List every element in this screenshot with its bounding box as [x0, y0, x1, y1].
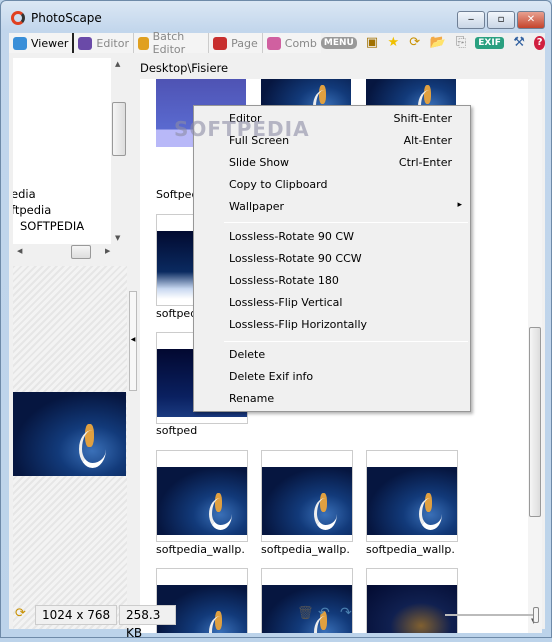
menu-item-full-screen[interactable]: Full Screen [229, 134, 289, 147]
zoom-slider[interactable] [445, 607, 539, 623]
combine-icon [266, 36, 281, 50]
tab-label: Viewer [31, 36, 69, 50]
image-dimensions: 1024 x 768 [35, 605, 117, 625]
batch-editor-icon [137, 36, 149, 50]
menu-item-wallpaper[interactable]: Wallpaper [229, 200, 284, 213]
tree-item[interactable]: ftpedia [13, 203, 51, 217]
menu-item-flip-horizontal[interactable]: Lossless-Flip Horizontally [229, 318, 367, 331]
tab-viewer[interactable]: Viewer [9, 33, 75, 53]
menu-item-slide-show[interactable]: Slide Show [229, 156, 289, 169]
thumbnail[interactable] [156, 450, 248, 542]
toolbar: Viewer Editor Batch Editor Page Comb MEN… [9, 30, 546, 56]
exif-button[interactable]: EXIF [475, 37, 504, 49]
thumbnail-label: softpedia_wallp... [156, 543, 244, 556]
tab-label: Comb [284, 36, 317, 50]
status-bar: ⟳ 1024 x 768 258.3 KB 🗑 ↶ ↷ [9, 601, 545, 640]
menu-item-rotate-ccw[interactable]: Lossless-Rotate 90 CCW [229, 252, 362, 265]
thumbnail-label: softpedia_wallp... [366, 543, 454, 556]
client-area: Viewer Editor Batch Editor Page Comb MEN… [9, 30, 546, 640]
menu-item-editor[interactable]: Editor [229, 112, 262, 125]
folder-tree[interactable]: edia ftpedia SOFTPEDIA [13, 58, 111, 244]
tab-page[interactable]: Page [209, 33, 263, 53]
menu-separator [224, 341, 468, 342]
tools-icon[interactable]: ⚒ [513, 35, 525, 51]
menu-item-rotate-cw[interactable]: Lossless-Rotate 90 CW [229, 230, 354, 243]
scroll-down-arrow-icon[interactable]: ▼ [115, 234, 120, 242]
menu-separator [224, 222, 468, 223]
minimize-button[interactable]: ‒ [457, 11, 485, 29]
scrollbar-thumb[interactable] [112, 102, 126, 156]
current-path: Desktop\Fisiere [140, 61, 229, 75]
thumbnail-scrollbar[interactable]: ▼ [528, 79, 542, 633]
menu-item-rotate-180[interactable]: Lossless-Rotate 180 [229, 274, 339, 287]
redo-icon[interactable]: ↷ [340, 605, 352, 621]
thumbnail-label: softpedia_wallp... [261, 543, 349, 556]
tree-vertical-scrollbar[interactable]: ▲ ▼ [111, 58, 127, 244]
tab-label: Editor [96, 36, 129, 50]
viewer-icon [13, 36, 27, 50]
file-size: 258.3 KB [119, 605, 176, 640]
shortcut: Ctrl-Enter [398, 156, 452, 169]
app-window: PhotoScape ‒ ▫ ✕ Viewer Editor Batch Edi… [0, 0, 552, 640]
scrollbar-thumb[interactable] [529, 327, 541, 517]
tree-horizontal-scrollbar[interactable]: ◀ ▶ [13, 244, 127, 261]
thumbnail[interactable] [366, 450, 458, 542]
tab-combine[interactable]: Comb [262, 33, 321, 53]
close-button[interactable]: ✕ [517, 11, 545, 29]
menu-item-flip-vertical[interactable]: Lossless-Flip Vertical [229, 296, 342, 309]
scroll-left-arrow-icon[interactable]: ◀ [17, 247, 22, 255]
scroll-right-arrow-icon[interactable]: ▶ [105, 247, 110, 255]
tree-item[interactable]: SOFTPEDIA [20, 219, 84, 233]
star-icon[interactable]: ★ [387, 35, 400, 51]
editor-icon [78, 36, 93, 50]
window-title: PhotoScape [31, 11, 102, 25]
help-icon[interactable]: ? [534, 36, 546, 50]
maximize-button[interactable]: ▫ [487, 11, 515, 29]
shortcut: Alt-Enter [403, 134, 452, 147]
menu-button[interactable]: MENU [320, 37, 357, 49]
shortcut: Shift-Enter [393, 112, 453, 125]
context-menu: Editor Shift-Enter Full Screen Alt-Enter S… [193, 105, 471, 412]
tab-label: Batch Editor [152, 30, 186, 56]
zoom-slider-handle[interactable] [533, 607, 539, 623]
menu-item-delete-exif[interactable]: Delete Exif info [229, 370, 313, 383]
trash-icon[interactable]: 🗑 [297, 606, 314, 621]
submenu-arrow-icon: ▸ [457, 200, 462, 210]
page-icon [213, 36, 228, 50]
tree-item[interactable]: edia [13, 187, 36, 201]
tab-batch-editor[interactable]: Batch Editor [133, 30, 210, 56]
rotate-icon[interactable]: ⟳ [409, 35, 421, 51]
thumbnail[interactable] [261, 450, 353, 542]
slideshow-icon[interactable]: ▣ [366, 35, 378, 51]
undo-icon[interactable]: ↶ [318, 605, 330, 621]
menu-item-rename[interactable]: Rename [229, 392, 274, 405]
scrollbar-thumb[interactable] [71, 245, 91, 259]
menu-item-delete[interactable]: Delete [229, 348, 265, 361]
preview-panel [13, 266, 127, 629]
scroll-up-arrow-icon[interactable]: ▲ [115, 60, 120, 68]
menu-item-copy-to-clipboard[interactable]: Copy to Clipboard [229, 178, 327, 191]
preview-image [13, 392, 126, 476]
tab-editor[interactable]: Editor [74, 33, 134, 53]
folder-search-icon[interactable]: 📂 [430, 35, 446, 51]
tab-label: Page [231, 36, 258, 50]
copy-icon[interactable]: ⎘ [455, 35, 467, 51]
thumbnail-label: softped [156, 424, 198, 437]
collapse-panel-button[interactable]: ◀ [129, 291, 137, 391]
rotate-icon[interactable]: ⟳ [15, 606, 26, 621]
photoscape-logo-icon [11, 11, 25, 25]
